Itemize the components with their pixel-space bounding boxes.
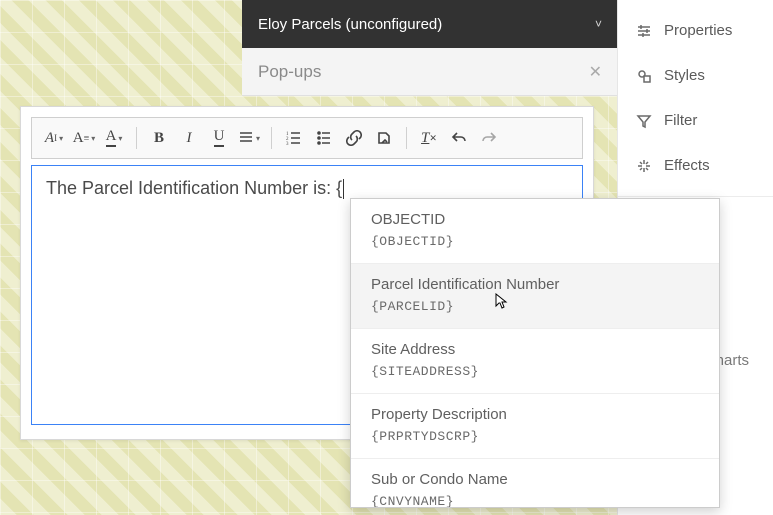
align-button[interactable] bbox=[235, 124, 263, 152]
dropdown-item[interactable]: Sub or Condo Name {CNVYNAME} bbox=[351, 459, 719, 507]
svg-text:3: 3 bbox=[286, 142, 289, 146]
sparkle-icon bbox=[636, 158, 652, 174]
dropdown-item[interactable]: Parcel Identification Number {PARCELID} bbox=[351, 264, 719, 329]
layer-header[interactable]: Eloy Parcels (unconfigured) ˅ bbox=[242, 0, 618, 48]
editor-text: The Parcel Identification Number is: bbox=[46, 178, 336, 198]
sidebar-item-label: Styles bbox=[664, 67, 705, 84]
font-size-button[interactable]: AI bbox=[40, 124, 68, 152]
dropdown-item-label: OBJECTID bbox=[371, 211, 699, 228]
dropdown-item-token: {CNVYNAME} bbox=[371, 494, 699, 507]
dropdown-item-label: Property Description bbox=[371, 406, 699, 423]
undo-button[interactable] bbox=[445, 124, 473, 152]
underline-button[interactable]: U bbox=[205, 124, 233, 152]
dropdown-item[interactable]: OBJECTID {OBJECTID} bbox=[351, 199, 719, 264]
subheader-title: Pop-ups bbox=[258, 62, 321, 82]
dropdown-item[interactable]: Property Description {PRPRTYDSCRP} bbox=[351, 394, 719, 459]
editor-toolbar: AI A≡ A B I U 123 T✕ bbox=[31, 117, 583, 159]
field-autocomplete-dropdown: OBJECTID {OBJECTID} Parcel Identification … bbox=[350, 198, 720, 508]
text-caret bbox=[343, 179, 344, 199]
sidebar-divider bbox=[618, 196, 773, 197]
chevron-down-icon[interactable]: ˅ bbox=[595, 17, 602, 31]
dropdown-item-label: Parcel Identification Number bbox=[371, 276, 699, 293]
font-family-button[interactable]: A≡ bbox=[70, 124, 98, 152]
insert-field-button[interactable] bbox=[370, 124, 398, 152]
toolbar-separator bbox=[271, 127, 272, 149]
dropdown-item-token: {OBJECTID} bbox=[371, 234, 699, 249]
redo-button[interactable] bbox=[475, 124, 503, 152]
shapes-icon bbox=[636, 68, 652, 84]
sidebar-item-label: Effects bbox=[664, 157, 710, 174]
dropdown-scroll[interactable]: OBJECTID {OBJECTID} Parcel Identification … bbox=[351, 199, 719, 507]
toolbar-separator bbox=[406, 127, 407, 149]
toolbar-separator bbox=[136, 127, 137, 149]
sidebar-item-styles[interactable]: Styles bbox=[618, 53, 773, 98]
layer-title: Eloy Parcels (unconfigured) bbox=[258, 16, 442, 33]
dropdown-item-label: Sub or Condo Name bbox=[371, 471, 699, 488]
dropdown-item[interactable]: Site Address {SITEADDRESS} bbox=[351, 329, 719, 394]
dropdown-item-token: {SITEADDRESS} bbox=[371, 364, 699, 379]
dropdown-item-label: Site Address bbox=[371, 341, 699, 358]
unordered-list-button[interactable] bbox=[310, 124, 338, 152]
editor-brace: { bbox=[336, 178, 342, 198]
ordered-list-button[interactable]: 123 bbox=[280, 124, 308, 152]
sidebar-item-properties[interactable]: Properties bbox=[618, 8, 773, 53]
font-color-button[interactable]: A bbox=[100, 124, 128, 152]
dropdown-item-token: {PRPRTYDSCRP} bbox=[371, 429, 699, 444]
sliders-icon bbox=[636, 23, 652, 39]
filter-icon bbox=[636, 113, 652, 129]
sidebar-item-label: Filter bbox=[664, 112, 697, 129]
clear-format-button[interactable]: T✕ bbox=[415, 124, 443, 152]
sidebar-item-effects[interactable]: Effects bbox=[618, 143, 773, 188]
link-button[interactable] bbox=[340, 124, 368, 152]
sidebar-item-label: Properties bbox=[664, 22, 732, 39]
italic-button[interactable]: I bbox=[175, 124, 203, 152]
bold-button[interactable]: B bbox=[145, 124, 173, 152]
sidebar-item-filter[interactable]: Filter bbox=[618, 98, 773, 143]
popups-subheader: Pop-ups ✕ bbox=[242, 48, 618, 96]
dropdown-item-token: {PARCELID} bbox=[371, 299, 699, 314]
close-icon[interactable]: ✕ bbox=[589, 62, 602, 82]
